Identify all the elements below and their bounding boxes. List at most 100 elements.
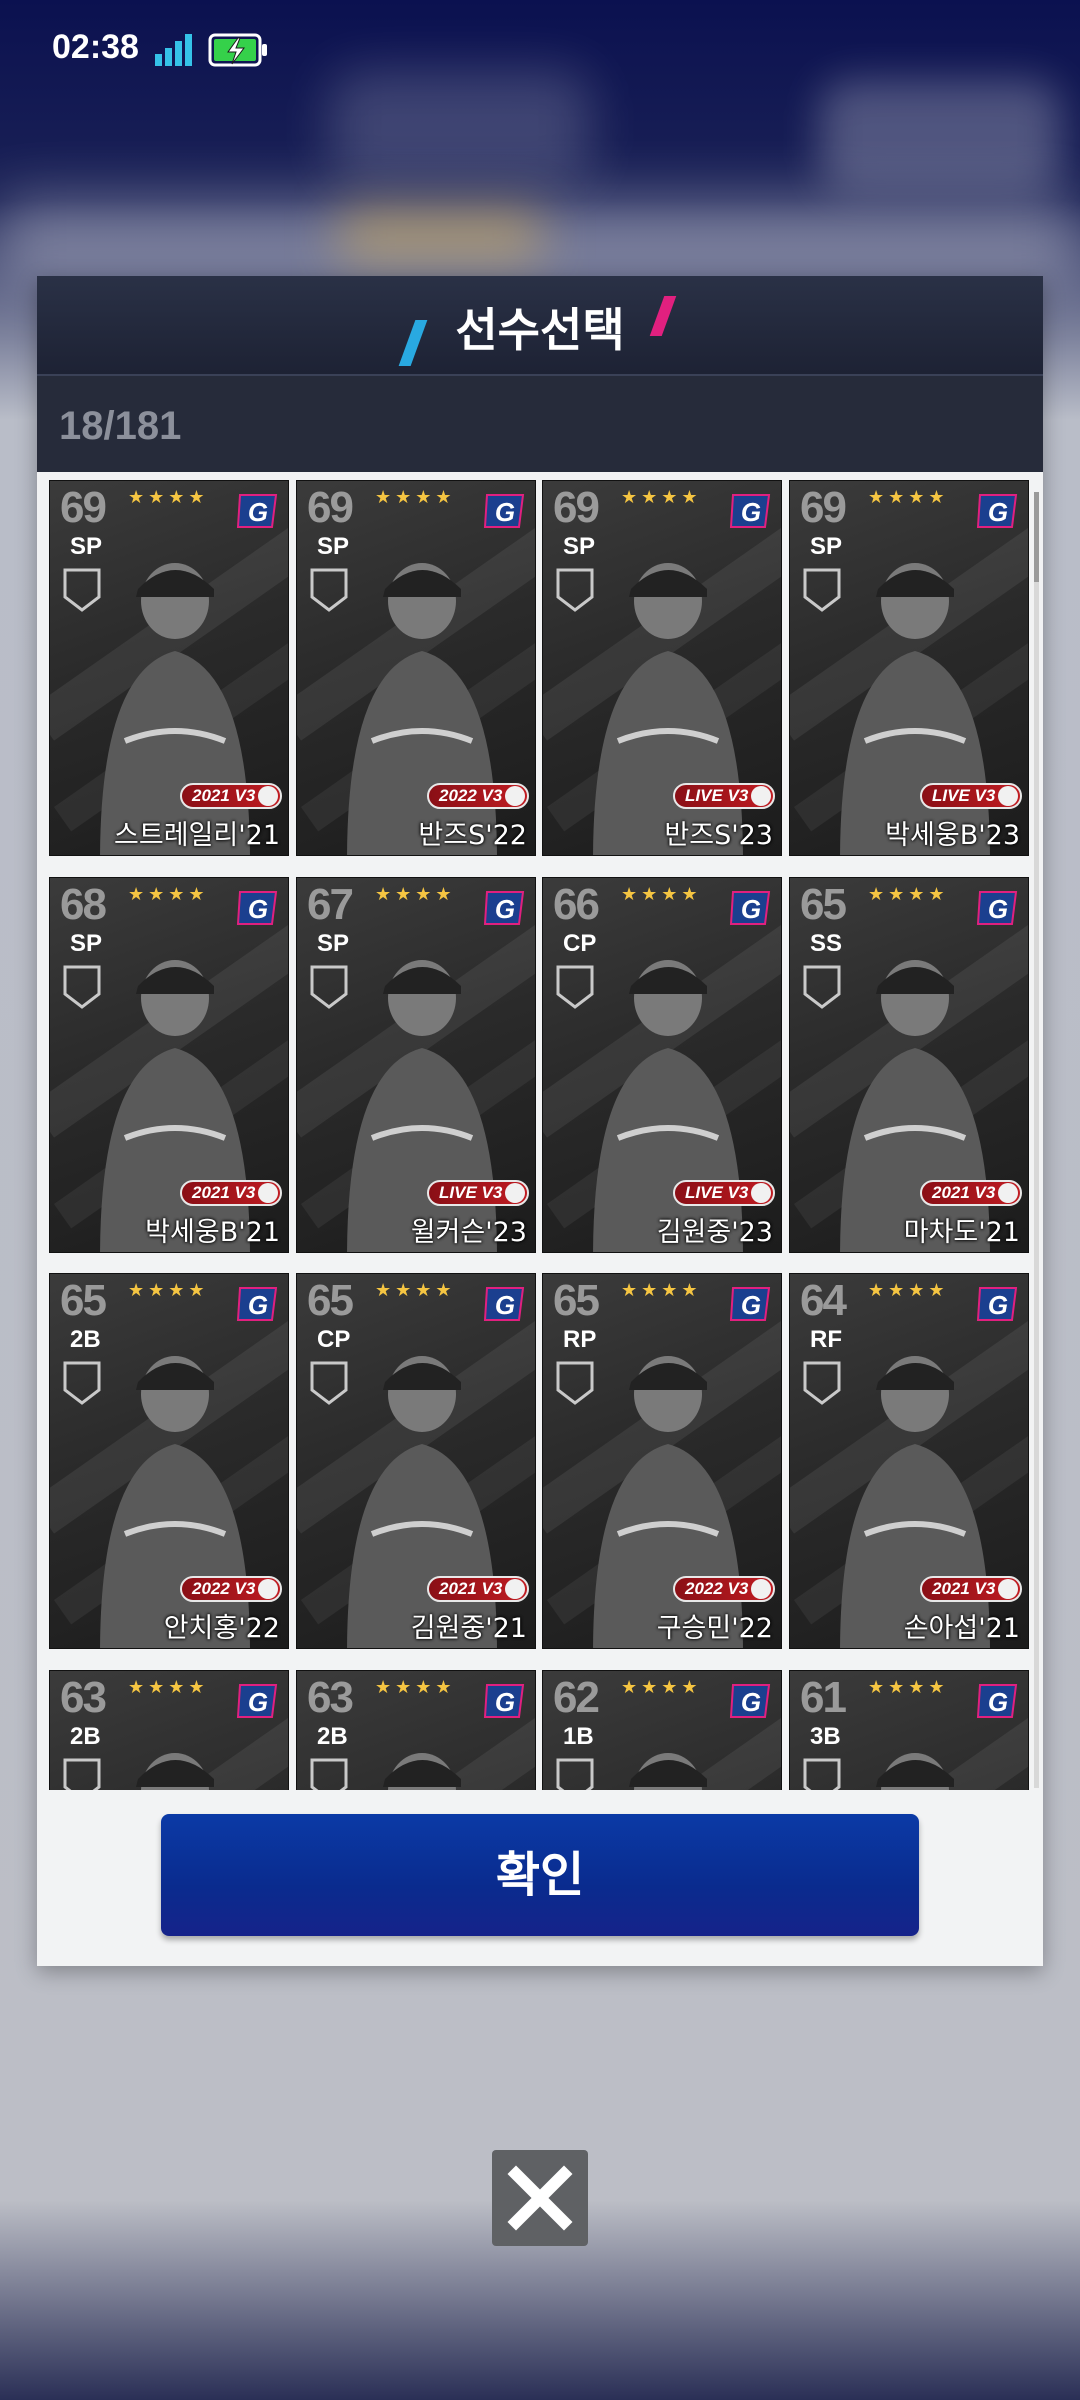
card-rating: 63 [307,1673,354,1722]
giants-logo-icon: G [236,891,278,925]
svg-text:G: G [495,894,515,924]
card-stars: ★★★★ [375,884,456,905]
close-button[interactable] [492,2150,588,2246]
card-position: 2B [70,1326,101,1353]
player-card[interactable]: 68 SP ★★★★ G 2021 V3 박세웅B'21 [49,877,289,1253]
svg-text:G: G [741,894,761,924]
player-card[interactable]: 62 1B ★★★★ G [542,1670,782,1790]
player-card[interactable]: 69 SP ★★★★ G 2022 V3 반즈S'22 [296,480,536,856]
dialog-title: 선수선택 [455,303,625,357]
giants-logo-icon: G [483,494,525,528]
player-silhouette [876,1753,954,1790]
player-card[interactable]: 63 2B ★★★★ G [49,1670,289,1790]
player-card[interactable]: 64 RF ★★★★ G 2021 V3 손아섭'21 [789,1273,1029,1649]
player-card[interactable]: 69 SP ★★★★ G 2021 V3 스트레일리'21 [49,480,289,856]
card-rating: 67 [307,880,354,929]
badge-label: 2021 V3 [192,1183,256,1202]
player-card[interactable]: 69 SP ★★★★ G LIVE V3 반즈S'23 [542,480,782,856]
shield-icon [310,568,348,612]
card-rating: 61 [800,1673,847,1722]
card-position: SP [810,533,843,560]
svg-text:G: G [495,1687,515,1717]
svg-text:G: G [495,497,515,527]
card-version-badge: 2022 V3 [673,1576,775,1602]
badge-label: 2021 V3 [932,1183,996,1202]
player-silhouette [629,1753,707,1790]
player-card[interactable]: 65 SS ★★★★ G 2021 V3 마차도'21 [789,877,1029,1253]
shield-icon [556,1758,594,1790]
card-position: 2B [317,1723,348,1750]
giants-logo-icon: G [483,1684,525,1718]
card-player-name: 반즈S'23 [664,820,773,851]
giants-logo-icon: G [236,1287,278,1321]
scrollbar-track[interactable] [1034,492,1039,1788]
card-version-badge: 2021 V3 [920,1576,1022,1602]
dialog-header: 선수선택 [37,276,1043,376]
card-version-badge: LIVE V3 [427,1180,529,1206]
selection-count: 18/181 [59,404,182,448]
card-player-name: 반즈S'22 [418,820,527,851]
baseball-icon [258,786,278,806]
card-rating: 63 [60,1673,107,1722]
baseball-icon [505,1579,525,1599]
svg-text:G: G [248,1687,268,1717]
card-stars: ★★★★ [375,1677,456,1698]
baseball-icon [998,786,1018,806]
card-stars: ★★★★ [868,1280,949,1301]
player-card[interactable]: 65 2B ★★★★ G 2022 V3 안치홍'22 [49,1273,289,1649]
battery-charging-icon [208,33,267,67]
giants-logo-icon: G [729,494,771,528]
card-version-badge: 2022 V3 [427,783,529,809]
card-version-badge: LIVE V3 [673,1180,775,1206]
card-stars: ★★★★ [868,487,949,508]
card-position: 1B [563,1723,594,1750]
card-stars: ★★★★ [128,1280,209,1301]
signal-icon [155,34,192,66]
close-icon [507,2165,573,2231]
badge-label: 2022 V3 [192,1579,256,1598]
player-card[interactable]: 63 2B ★★★★ G [296,1670,536,1790]
player-card[interactable]: 61 3B ★★★★ G [789,1670,1029,1790]
card-position: 2B [70,1723,101,1750]
giants-logo-icon: G [729,891,771,925]
player-card[interactable]: 65 CP ★★★★ G 2021 V3 김원중'21 [296,1273,536,1649]
card-position: SP [70,930,103,957]
card-player-name: 안치홍'22 [163,1613,280,1644]
baseball-icon [505,1183,525,1203]
card-position: RF [810,1326,842,1353]
svg-text:G: G [248,497,268,527]
card-rating: 65 [60,1276,107,1325]
card-rating: 69 [307,483,354,532]
scrollbar-thumb[interactable] [1034,492,1039,582]
confirm-button[interactable]: 확인 [161,1814,919,1936]
giants-logo-icon: G [729,1684,771,1718]
player-card-grid[interactable]: 69 SP ★★★★ G 2021 V3 스트레일리'21 69 SP ★★★★ G 2022 V3… [37,480,1043,1790]
baseball-icon [258,1579,278,1599]
shield-icon [310,965,348,1009]
card-player-name: 스트레일리'21 [114,820,280,851]
svg-text:G: G [248,1290,268,1320]
card-rating: 66 [553,880,600,929]
badge-label: 2022 V3 [685,1579,749,1598]
player-card[interactable]: 67 SP ★★★★ G LIVE V3 윌커슨'23 [296,877,536,1253]
card-position: SP [317,533,350,560]
card-player-name: 손아섭'21 [903,1613,1020,1644]
player-card[interactable]: 66 CP ★★★★ G LIVE V3 김원중'23 [542,877,782,1253]
card-stars: ★★★★ [868,1677,949,1698]
svg-text:G: G [988,1290,1008,1320]
player-silhouette [136,1753,214,1790]
player-card[interactable]: 65 RP ★★★★ G 2022 V3 구승민'22 [542,1273,782,1649]
shield-icon [803,1361,841,1405]
player-select-dialog: 선수선택 18/181 69 SP ★★★★ G 2021 V3 스트레일리'21 69 SP… [37,276,1043,1966]
player-card[interactable]: 69 SP ★★★★ G LIVE V3 박세웅B'23 [789,480,1029,856]
card-stars: ★★★★ [375,1280,456,1301]
card-stars: ★★★★ [621,1280,702,1301]
card-position: SP [317,930,350,957]
shield-icon [556,965,594,1009]
card-stars: ★★★★ [621,884,702,905]
card-version-badge: 2021 V3 [920,1180,1022,1206]
card-stars: ★★★★ [621,487,702,508]
status-bar: 02:38 [0,0,1080,100]
giants-logo-icon: G [976,1287,1018,1321]
shield-icon [310,1361,348,1405]
